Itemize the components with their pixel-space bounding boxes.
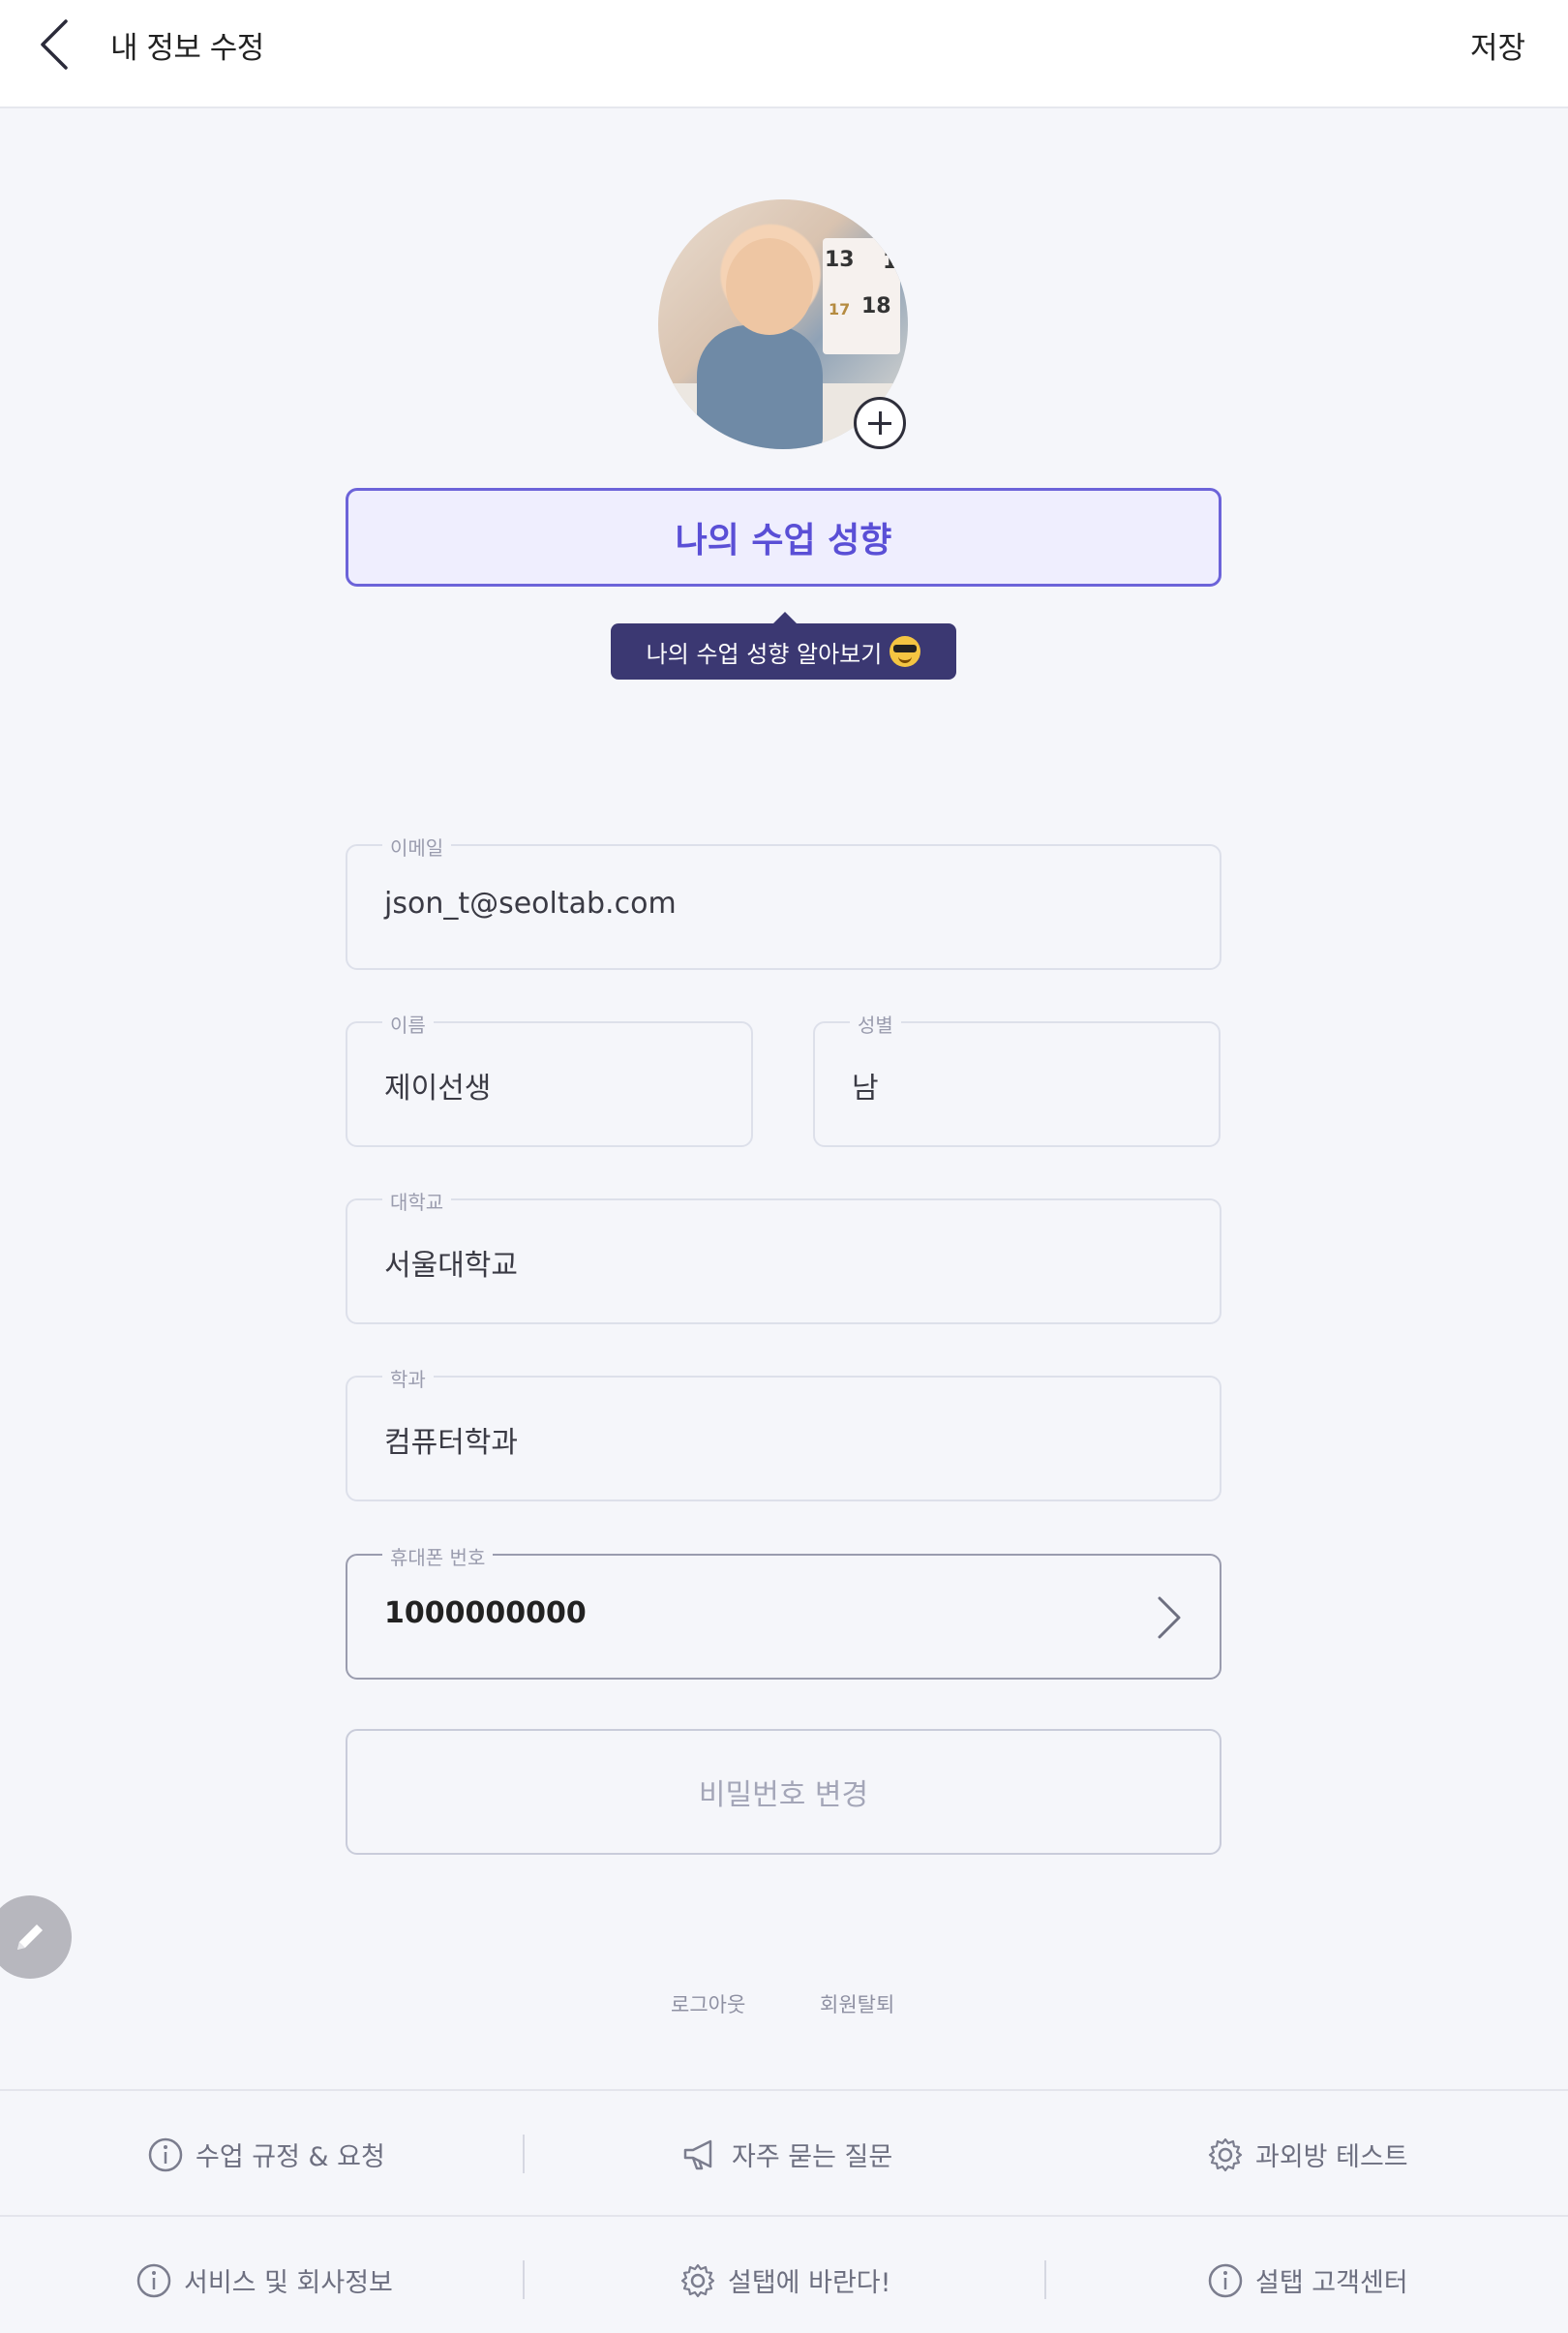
footer-row-2: 서비스 및 회사정보 설탭에 바란다! 설탭 고객센터 xyxy=(0,2217,1568,2333)
footer-label: 수업 규정 & 요청 xyxy=(196,2142,385,2172)
email-field[interactable]: 이메일 json_t@seoltab.com xyxy=(346,833,1221,970)
avatar-photo-detail: 13 xyxy=(825,248,855,272)
name-field[interactable]: 이름 제이선생 xyxy=(346,1010,753,1147)
info-icon xyxy=(1208,2263,1243,2297)
footer-row-1: 수업 규정 & 요청 자주 묻는 질문 과외방 테스트 xyxy=(0,2091,1568,2217)
email-label: 이메일 xyxy=(382,833,452,861)
back-button[interactable] xyxy=(35,17,77,72)
change-password-button[interactable]: 비밀번호 변경 xyxy=(346,1729,1221,1855)
major-field[interactable]: 학과 컴퓨터학과 xyxy=(346,1364,1221,1501)
footer-label: 자주 묻는 질문 xyxy=(732,2142,893,2172)
save-button[interactable]: 저장 xyxy=(1470,23,1525,67)
withdraw-link[interactable]: 회원탈퇴 xyxy=(820,1989,894,2018)
footer-company-info[interactable]: 서비스 및 회사정보 xyxy=(136,2261,393,2299)
page-title: 내 정보 수정 xyxy=(110,31,264,66)
footer-lesson-rules[interactable]: 수업 규정 & 요청 xyxy=(147,2136,385,2173)
avatar-photo-detail: 17 xyxy=(829,300,851,318)
avatar-subject-body xyxy=(697,325,823,449)
gear-icon xyxy=(680,2263,715,2297)
info-icon xyxy=(136,2263,171,2297)
university-field[interactable]: 대학교 서울대학교 xyxy=(346,1187,1221,1324)
info-icon xyxy=(148,2137,183,2171)
profile-photo-container: 13 14 17 18 xyxy=(658,199,908,449)
chevron-right-icon xyxy=(1158,1596,1181,1639)
footer-label: 과외방 테스트 xyxy=(1255,2142,1408,2172)
avatar-photo-detail: 14 xyxy=(883,250,908,274)
footer-label: 설탭 고객센터 xyxy=(1255,2268,1408,2298)
pencil-icon xyxy=(17,1924,43,1950)
phone-field[interactable]: 휴대폰 번호 1000000000 xyxy=(346,1542,1221,1680)
megaphone-icon xyxy=(683,2139,712,2169)
footer-label: 설탭에 바란다! xyxy=(728,2268,891,2298)
footer-label: 서비스 및 회사정보 xyxy=(184,2268,393,2298)
footer-feedback[interactable]: 설탭에 바란다! xyxy=(679,2261,890,2299)
teaching-style-tooltip[interactable]: 나의 수업 성향 알아보기 xyxy=(611,612,956,680)
sunglasses-emoji-icon xyxy=(890,636,921,667)
gear-icon xyxy=(1208,2137,1243,2171)
name-label: 이름 xyxy=(382,1010,434,1038)
phone-label: 휴대폰 번호 xyxy=(382,1542,494,1570)
teaching-style-button[interactable]: 나의 수업 성향 xyxy=(346,488,1221,587)
gender-value: 남 xyxy=(852,1072,879,1106)
add-photo-button[interactable] xyxy=(854,397,906,449)
university-value: 서울대학교 xyxy=(384,1249,518,1283)
gender-label: 성별 xyxy=(850,1010,901,1038)
avatar-photo-detail: 18 xyxy=(861,294,891,318)
email-value: json_t@seoltab.com xyxy=(384,887,677,921)
footer-separator xyxy=(523,2135,525,2173)
chevron-left-icon xyxy=(41,19,68,70)
top-bar: 내 정보 수정 저장 xyxy=(0,0,1568,108)
footer-faq[interactable]: 자주 묻는 질문 xyxy=(681,2136,892,2173)
footer-class-room-test[interactable]: 과외방 테스트 xyxy=(1207,2136,1408,2173)
tooltip-text: 나의 수업 성향 알아보기 xyxy=(646,640,883,668)
footer-separator xyxy=(1044,2260,1046,2299)
footer-separator xyxy=(523,2260,525,2299)
footer-customer-center[interactable]: 설탭 고객센터 xyxy=(1207,2261,1408,2299)
university-label: 대학교 xyxy=(382,1187,452,1215)
name-value: 제이선생 xyxy=(384,1072,492,1106)
major-value: 컴퓨터학과 xyxy=(384,1426,518,1460)
gender-field[interactable]: 성별 남 xyxy=(813,1010,1221,1147)
logout-link[interactable]: 로그아웃 xyxy=(671,1989,745,2018)
phone-value: 1000000000 xyxy=(384,1596,587,1630)
avatar-subject-face xyxy=(726,238,813,335)
floating-edit-button[interactable] xyxy=(0,1895,72,1979)
major-label: 학과 xyxy=(382,1364,434,1392)
